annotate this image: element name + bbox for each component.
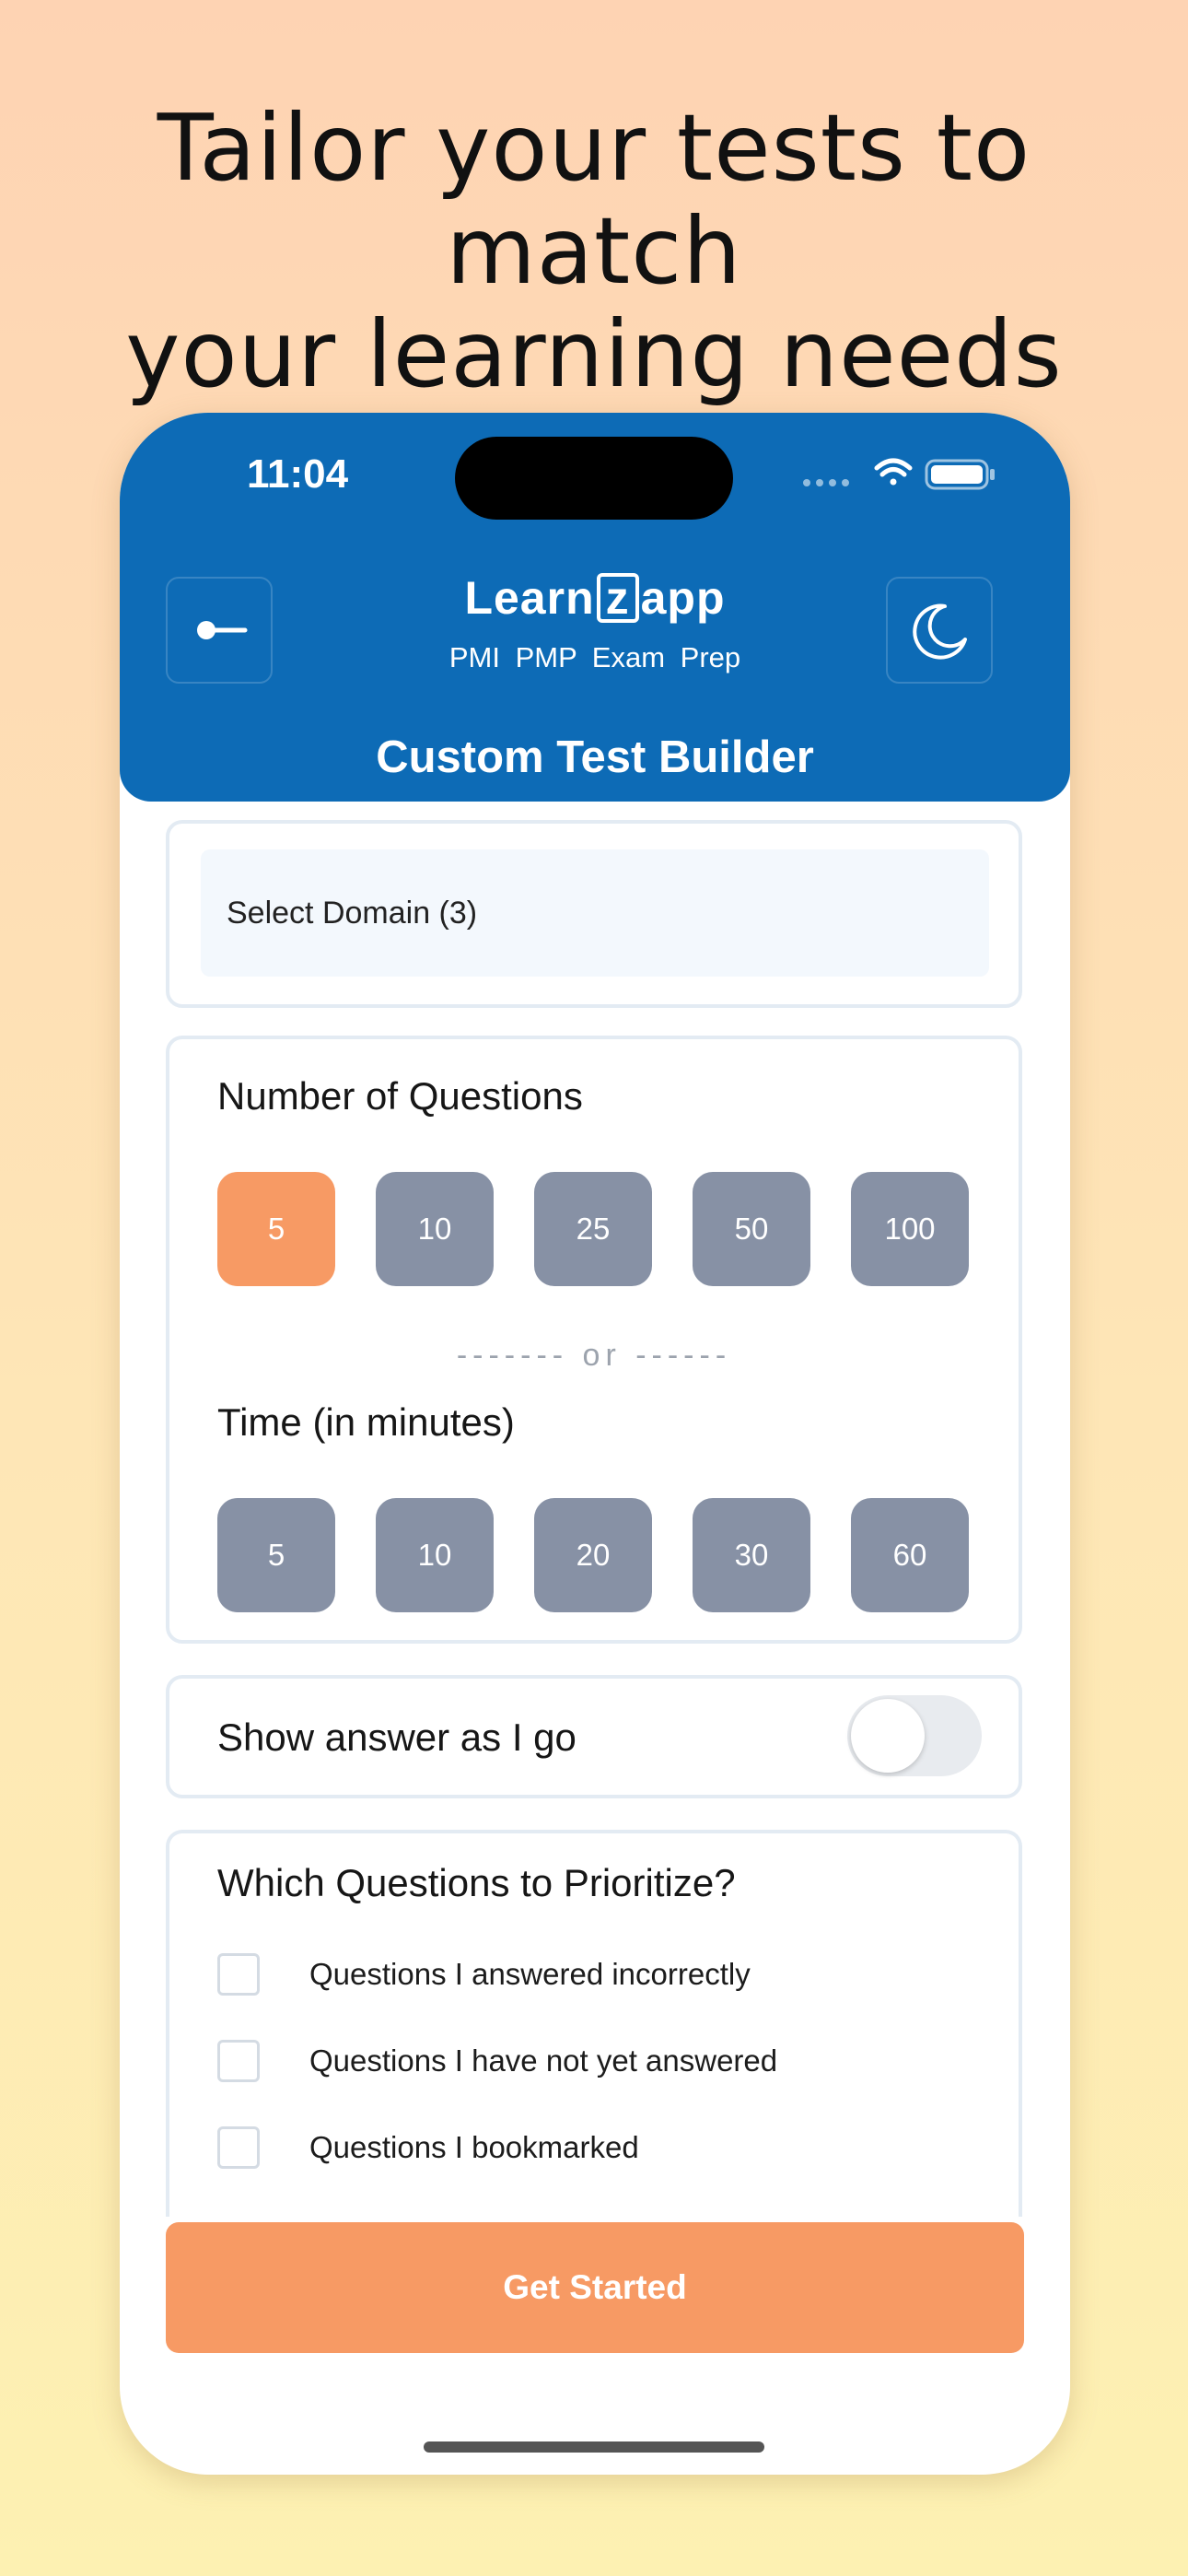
prioritize-option-label: Questions I answered incorrectly (309, 1957, 751, 1991)
prioritize-option-bookmarked[interactable]: Questions I bookmarked (217, 2126, 991, 2172)
questions-option-50[interactable]: 50 (693, 1172, 810, 1286)
select-domain-label: Select Domain (3) (227, 896, 478, 931)
checkbox[interactable] (217, 2040, 260, 2082)
get-started-button[interactable]: Get Started (166, 2222, 1024, 2353)
time-option-60[interactable]: 60 (851, 1498, 969, 1612)
moon-icon (913, 603, 967, 660)
home-indicator (424, 2441, 764, 2453)
questions-options: 5 10 25 50 100 (217, 1172, 973, 1286)
show-answer-card: Show answer as I go (166, 1675, 1022, 1798)
prioritize-option-unanswered[interactable]: Questions I have not yet answered (217, 2040, 991, 2086)
or-divider: ------- or ------ (456, 1338, 732, 1373)
wifi-icon (874, 458, 913, 486)
logo-z-box: z (596, 573, 639, 623)
logo-text-left: Learn (464, 572, 595, 624)
theme-toggle-button[interactable] (886, 577, 993, 684)
domain-card: Select Domain (3) (166, 820, 1022, 1008)
battery-icon (925, 459, 995, 490)
show-answer-toggle[interactable] (847, 1695, 982, 1776)
status-time: 11:04 (247, 451, 349, 497)
time-option-30[interactable]: 30 (693, 1498, 810, 1612)
app-header: 11:04 Learn z app PMI PMP Exam Prep Cust… (120, 413, 1070, 802)
questions-option-25[interactable]: 25 (534, 1172, 652, 1286)
questions-title: Number of Questions (217, 1074, 583, 1118)
logo-text-right: app (640, 572, 726, 624)
dynamic-island (455, 437, 733, 520)
time-title: Time (in minutes) (217, 1400, 515, 1444)
prioritize-card: Which Questions to Prioritize? Questions… (166, 1830, 1022, 2217)
questions-option-10[interactable]: 10 (376, 1172, 494, 1286)
time-options: 5 10 20 30 60 (217, 1498, 973, 1612)
prioritize-option-label: Questions I have not yet answered (309, 2043, 778, 2078)
cellular-signal-icon (803, 479, 849, 486)
checkbox[interactable] (217, 1953, 260, 1996)
time-option-20[interactable]: 20 (534, 1498, 652, 1612)
screen-title: Custom Test Builder (376, 732, 814, 782)
headline-line-1: Tailor your tests to match (157, 94, 1031, 305)
select-domain-dropdown[interactable]: Select Domain (3) (201, 849, 989, 977)
test-size-card: Number of Questions 5 10 25 50 100 -----… (166, 1036, 1022, 1644)
toggle-knob (851, 1699, 925, 1773)
show-answer-label: Show answer as I go (217, 1715, 577, 1759)
checkbox[interactable] (217, 2126, 260, 2169)
questions-option-5[interactable]: 5 (217, 1172, 335, 1286)
status-icons (803, 458, 995, 490)
time-option-5[interactable]: 5 (217, 1498, 335, 1612)
time-option-10[interactable]: 10 (376, 1498, 494, 1612)
phone-frame: 11:04 Learn z app PMI PMP Exam Prep Cust… (120, 413, 1070, 2475)
prioritize-option-label: Questions I bookmarked (309, 2130, 639, 2164)
prioritize-option-incorrect[interactable]: Questions I answered incorrectly (217, 1953, 991, 1999)
prioritize-title: Which Questions to Prioritize? (217, 1861, 736, 1904)
marketing-headline: Tailor your tests to match your learning… (0, 97, 1188, 406)
headline-line-2: your learning needs (125, 300, 1063, 408)
questions-option-100[interactable]: 100 (851, 1172, 969, 1286)
